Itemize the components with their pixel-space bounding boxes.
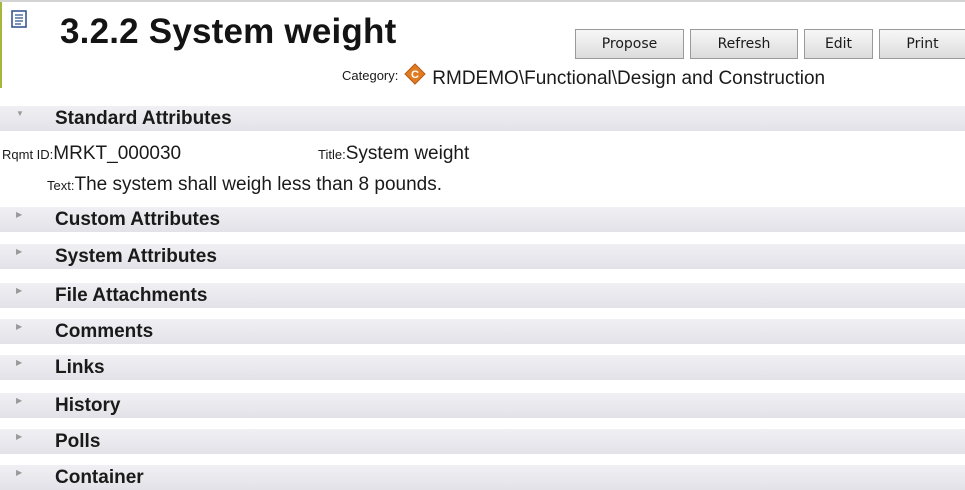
section-standard-attributes[interactable]: ▼ Standard Attributes: [0, 106, 965, 131]
expanded-arrow-icon: ▼: [16, 109, 24, 118]
left-accent-bar: [0, 2, 2, 88]
section-polls[interactable]: ▶ Polls: [0, 429, 965, 454]
print-button[interactable]: Print: [879, 29, 965, 59]
top-border: [0, 0, 965, 2]
section-label: Container: [55, 467, 144, 488]
section-label: Polls: [55, 431, 101, 452]
collapsed-arrow-icon: ▶: [16, 396, 23, 405]
section-history[interactable]: ▶ History: [0, 393, 965, 418]
title-label: Title:: [318, 147, 346, 162]
collapsed-arrow-icon: ▶: [16, 432, 23, 441]
refresh-button[interactable]: Refresh: [690, 29, 798, 59]
title-attribute: Title:System weight: [318, 143, 469, 165]
section-system-attributes[interactable]: ▶ System Attributes: [0, 244, 965, 269]
section-label: Comments: [55, 321, 154, 342]
section-custom-attributes[interactable]: ▶ Custom Attributes: [0, 207, 965, 232]
section-label: Links: [55, 357, 105, 378]
category-value: RMDEMO\Functional\Design and Constructio…: [432, 68, 826, 89]
document-icon: [11, 10, 27, 28]
rqmt-id-value: MRKT_000030: [53, 143, 182, 164]
section-label: Custom Attributes: [55, 209, 221, 230]
section-label: File Attachments: [55, 285, 208, 306]
text-attribute: Text:The system shall weigh less than 8 …: [47, 174, 442, 196]
section-container[interactable]: ▶ Container: [0, 465, 965, 490]
page-title: 3.2.2 System weight: [60, 12, 397, 51]
title-value: System weight: [345, 143, 470, 164]
collapsed-arrow-icon: ▶: [16, 286, 23, 295]
category-icon: C: [404, 63, 426, 85]
collapsed-arrow-icon: ▶: [16, 247, 23, 256]
section-label: System Attributes: [55, 246, 217, 267]
section-label: Standard Attributes: [55, 108, 232, 129]
text-label: Text:: [47, 178, 75, 193]
category-icon-letter: C: [411, 69, 419, 81]
propose-button[interactable]: Propose: [575, 29, 684, 59]
collapsed-arrow-icon: ▶: [16, 358, 23, 367]
collapsed-arrow-icon: ▶: [16, 322, 23, 331]
section-comments[interactable]: ▶ Comments: [0, 319, 965, 344]
collapsed-arrow-icon: ▶: [16, 468, 23, 477]
section-file-attachments[interactable]: ▶ File Attachments: [0, 283, 965, 308]
edit-button[interactable]: Edit: [804, 29, 873, 59]
collapsed-arrow-icon: ▶: [16, 210, 23, 219]
category-line: Category: C RMDEMO\Functional\Design and…: [342, 63, 825, 93]
category-label: Category:: [342, 68, 399, 83]
rqmt-id-label: Rqmt ID:: [2, 147, 54, 162]
section-links[interactable]: ▶ Links: [0, 355, 965, 380]
section-label: History: [55, 395, 121, 416]
text-value: The system shall weigh less than 8 pound…: [74, 174, 442, 195]
rqmt-id-attribute: Rqmt ID:MRKT_000030: [2, 143, 181, 165]
